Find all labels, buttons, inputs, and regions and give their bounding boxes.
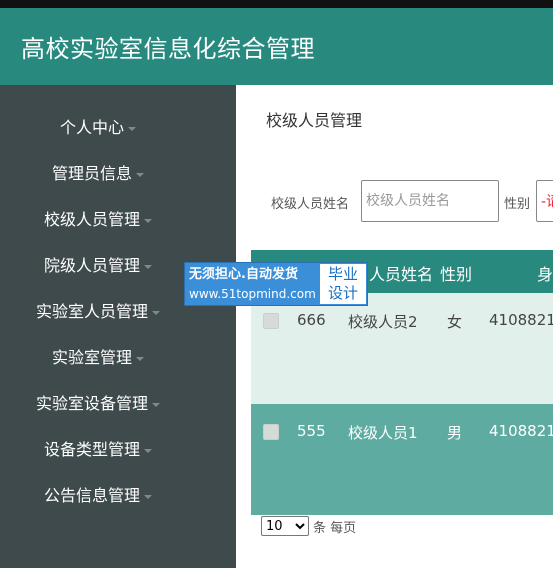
gender-search-label: 性别 (504, 197, 531, 212)
app-header: 高校实验室信息化综合管理 (0, 8, 553, 85)
watermark-text: 无须担心.自动发货 www.51topmind.com (185, 263, 319, 305)
column-header-gender[interactable]: 性别 (440, 261, 472, 285)
caret-down-icon (144, 448, 152, 453)
cell-gender: 男 (447, 424, 463, 442)
sidebar-item-lab-equipment[interactable]: 实验室设备管理 (0, 393, 196, 415)
watermark-badge-line-2: 设计 (327, 284, 358, 302)
pagination: 10 条 每页 (261, 516, 356, 536)
cell-id: 666 (297, 311, 326, 329)
sidebar-item-school-staff[interactable]: 校级人员管理 (0, 209, 196, 231)
caret-down-icon (128, 126, 136, 131)
sidebar-item-label: 管理员信息 (51, 164, 132, 183)
caret-down-icon (152, 310, 160, 315)
app-title: 高校实验室信息化综合管理 (21, 35, 315, 63)
cell-name: 校级人员2 (348, 313, 418, 331)
caret-down-icon (136, 172, 144, 177)
cell-gender: 女 (447, 313, 463, 331)
sidebar-item-label: 院级人员管理 (43, 256, 140, 275)
sidebar-item-label: 公告信息管理 (43, 486, 140, 505)
sidebar-item-lab-staff[interactable]: 实验室人员管理 (0, 301, 196, 323)
sidebar: 个人中心 管理员信息 校级人员管理 院级人员管理 实验室人员管理 实验室管理 实… (0, 85, 236, 568)
sidebar-item-college-staff[interactable]: 院级人员管理 (0, 255, 196, 277)
sidebar-item-personal-center[interactable]: 个人中心 (0, 117, 196, 139)
cell-id: 555 (297, 422, 326, 440)
column-header-name[interactable]: 人员姓名 (369, 261, 433, 285)
cell-name: 校级人员1 (348, 424, 418, 442)
watermark-line-2: www.51topmind.com (189, 287, 316, 301)
table-row[interactable]: 666 校级人员2 女 41088219 (251, 293, 553, 404)
sidebar-item-admin-info[interactable]: 管理员信息 (0, 163, 196, 185)
gender-select-value: -请 (541, 194, 553, 210)
cell-id-card: 41088219 (489, 311, 553, 329)
row-checkbox[interactable] (263, 313, 279, 329)
column-header-id-card[interactable]: 身 (537, 261, 553, 285)
watermark-badge-line-1: 毕业 (327, 265, 358, 283)
caret-down-icon (144, 264, 152, 269)
table-row[interactable]: 555 校级人员1 男 41088219 (251, 404, 553, 515)
sidebar-item-label: 实验室管理 (51, 348, 132, 367)
sidebar-item-label: 设备类型管理 (43, 440, 140, 459)
caret-down-icon (152, 402, 160, 407)
caret-down-icon (144, 218, 152, 223)
page-size-select[interactable]: 10 (261, 516, 309, 536)
watermark-banner: 无须担心.自动发货 www.51topmind.com 毕业 设计 (184, 262, 368, 306)
page-title: 校级人员管理 (266, 111, 363, 130)
sidebar-item-announcements[interactable]: 公告信息管理 (0, 485, 196, 507)
sidebar-item-label: 实验室设备管理 (35, 394, 148, 413)
sidebar-item-label: 个人中心 (59, 118, 124, 137)
main-content: 校级人员管理 校级人员姓名 性别 -请 人员姓名 性别 身 666 校级人员2 … (236, 85, 553, 568)
sidebar-item-lab-management[interactable]: 实验室管理 (0, 347, 196, 369)
window-top-strip (0, 0, 553, 8)
caret-down-icon (136, 356, 144, 361)
sidebar-item-label: 实验室人员管理 (35, 302, 148, 321)
cell-id-card: 41088219 (489, 422, 553, 440)
watermark-badge: 毕业 设计 (320, 264, 366, 304)
sidebar-item-label: 校级人员管理 (43, 210, 140, 229)
name-search-input[interactable] (361, 180, 499, 222)
watermark-line-1: 无须担心.自动发货 (189, 267, 298, 282)
caret-down-icon (144, 494, 152, 499)
name-search-label: 校级人员姓名 (271, 197, 350, 212)
sidebar-item-equipment-types[interactable]: 设备类型管理 (0, 439, 196, 461)
gender-select[interactable]: -请 (536, 180, 553, 222)
page-size-label: 条 每页 (313, 520, 357, 536)
row-checkbox[interactable] (263, 424, 279, 440)
